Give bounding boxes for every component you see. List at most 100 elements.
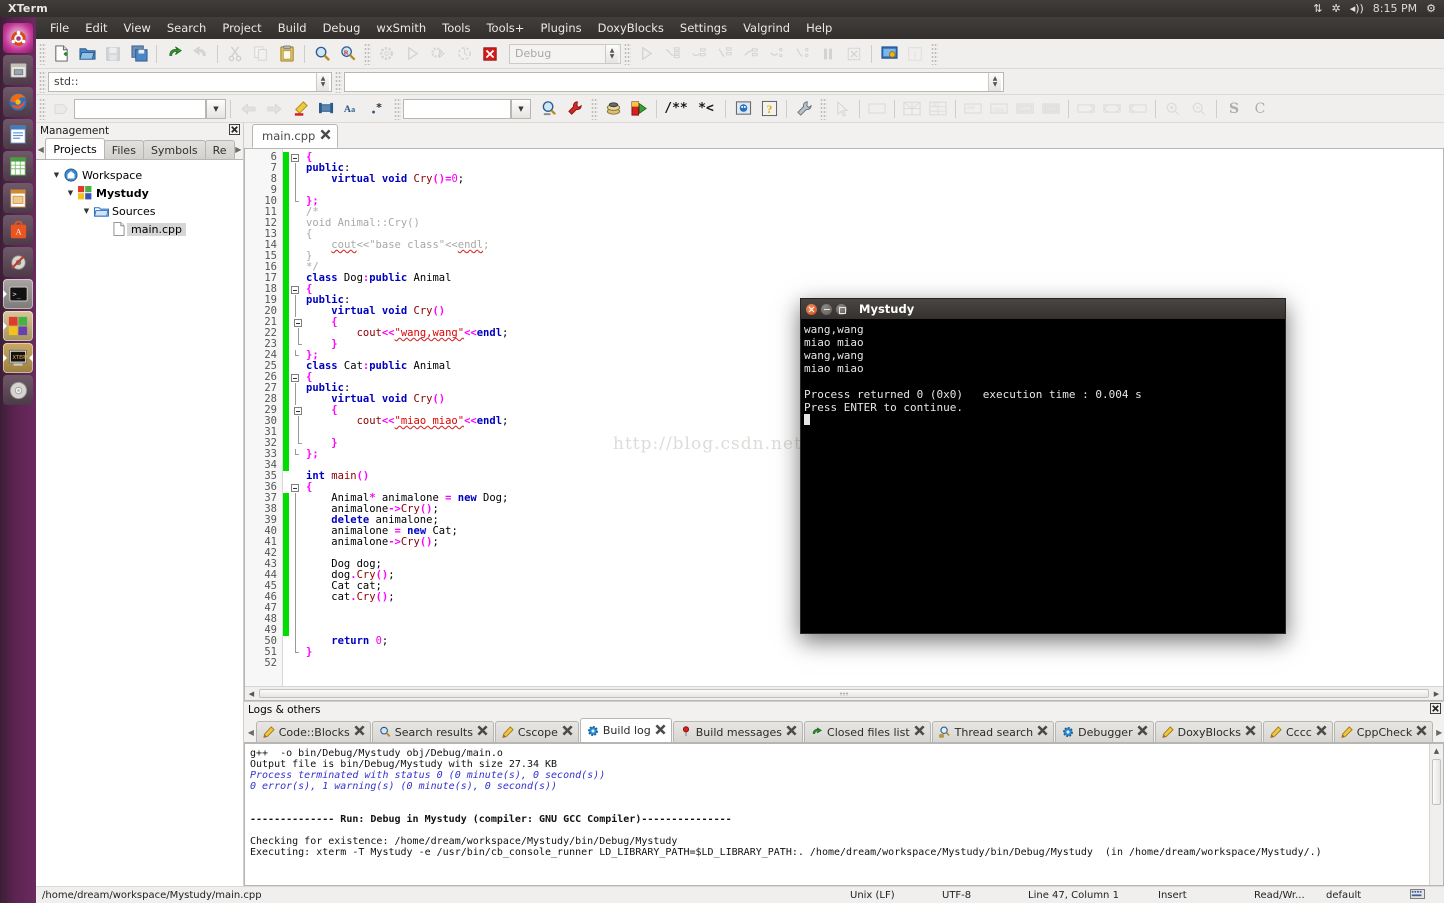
debug-step-instruction-button[interactable] (789, 42, 815, 66)
wxsmith-split-v-button[interactable]: A (925, 97, 951, 121)
code-line[interactable]: public: (302, 163, 1443, 174)
launcher-item-codeblocks[interactable] (3, 311, 33, 341)
session-gear-icon[interactable]: ⚙ (1426, 3, 1436, 14)
close-icon[interactable] (1245, 725, 1256, 739)
abort-button[interactable] (477, 42, 503, 66)
code-line[interactable]: return 0; (302, 636, 1443, 647)
terminal-window[interactable]: Mystudy wang,wang miao miao wang,wang miao … (800, 298, 1286, 634)
doxyblocks-extract-button[interactable] (600, 97, 626, 121)
launcher-item-calc[interactable] (3, 151, 33, 181)
bluetooth-icon[interactable]: ✲ (1331, 3, 1340, 14)
run-button[interactable] (399, 42, 425, 66)
search-field-dropdown[interactable]: ▼ (511, 98, 531, 119)
debug-break-button[interactable] (815, 42, 841, 66)
launcher-item-files[interactable] (3, 55, 33, 85)
menu-doxyblocks[interactable]: DoxyBlocks (590, 19, 672, 37)
launcher-item-xterm[interactable]: XTERM (3, 343, 33, 373)
wxsmith-pointer-button[interactable] (829, 97, 855, 121)
fold-marker[interactable] (289, 636, 302, 647)
terminal-maximize-button[interactable] (836, 303, 847, 315)
next-match-button[interactable] (261, 97, 287, 121)
log-tab-search-results[interactable]: Search results (371, 721, 494, 742)
menu-tools[interactable]: Tools (434, 19, 478, 37)
fold-marker[interactable] (289, 350, 302, 361)
paste-button[interactable] (274, 42, 300, 66)
undo-button[interactable] (161, 42, 187, 66)
wxsmith-align-top-button[interactable] (960, 97, 986, 121)
copy-button[interactable] (248, 42, 274, 66)
log-tab-code-blocks[interactable]: Code::Blocks (255, 721, 371, 742)
menu-wxsmith[interactable]: wxSmith (368, 19, 434, 37)
volume-icon[interactable]: ◂)) (1350, 3, 1364, 14)
fold-marker[interactable] (289, 163, 302, 174)
close-icon[interactable] (1416, 725, 1427, 739)
code-line[interactable]: /* (302, 207, 1443, 218)
fold-marker[interactable] (289, 394, 302, 405)
menu-build[interactable]: Build (270, 19, 315, 37)
launcher-item-terminal[interactable]: >_ (3, 279, 33, 309)
fold-marker[interactable] (289, 416, 302, 427)
fold-marker[interactable] (289, 207, 302, 218)
tree-node-workspace[interactable]: ▼ Workspace (36, 166, 243, 184)
log-tab-doxyblocks[interactable]: DoxyBlocks (1154, 721, 1262, 742)
wxsmith-expand-right-button[interactable] (1125, 97, 1151, 121)
network-icon[interactable]: ⇅ (1313, 3, 1322, 14)
save-button[interactable] (100, 42, 126, 66)
debug-next-line-button[interactable] (685, 42, 711, 66)
find-button[interactable] (309, 42, 335, 66)
doxyblocks-config-button[interactable] (791, 97, 817, 121)
symbol-spinner[interactable]: ▲ ▼ (988, 72, 1001, 91)
terminal-output[interactable]: wang,wang miao miao wang,wang miao miao Pro… (800, 319, 1286, 634)
highlight-button[interactable] (287, 97, 313, 121)
fold-marker[interactable] (289, 460, 302, 471)
log-vertical-scrollbar[interactable]: ▲ (1429, 744, 1443, 885)
log-tab-cppcheck[interactable]: CppCheck (1333, 721, 1434, 742)
log-tab-cccc[interactable]: Cccc (1262, 721, 1333, 742)
toolbar-grip[interactable] (931, 42, 938, 65)
tree-node-sources[interactable]: ▼ Sources (36, 202, 243, 220)
wxsmith-split-h-button[interactable] (899, 97, 925, 121)
match-case-button[interactable]: Aa (339, 97, 365, 121)
wxsmith-align-bottom-button[interactable] (1012, 97, 1038, 121)
debug-next-instruction-button[interactable] (763, 42, 789, 66)
redo-button[interactable] (187, 42, 213, 66)
replace-button[interactable]: R (335, 42, 361, 66)
fold-marker[interactable] (289, 273, 302, 284)
wxsmith-expand-center-button[interactable] (1099, 97, 1125, 121)
launcher-item-firefox[interactable] (3, 87, 33, 117)
debug-stop-button[interactable] (841, 42, 867, 66)
close-icon[interactable] (354, 725, 365, 739)
debug-info-button[interactable]: i (902, 42, 928, 66)
tree-node-file[interactable]: main.cpp (36, 220, 243, 238)
doxyblocks-help-button[interactable]: ? (756, 97, 782, 121)
log-tab-thread-search[interactable]: Thread search (931, 721, 1055, 742)
log-tab-build-messages[interactable]: Build messages (672, 721, 804, 742)
tab-resources[interactable]: Re (204, 140, 235, 159)
fold-marker[interactable] (289, 603, 302, 614)
fold-marker[interactable] (289, 152, 302, 163)
open-file-button[interactable] (74, 42, 100, 66)
zoom-in-button[interactable] (1160, 97, 1186, 121)
terminal-titlebar[interactable]: Mystudy (800, 298, 1286, 319)
expander-icon[interactable]: ▼ (50, 171, 63, 179)
fold-marker[interactable] (289, 174, 302, 185)
log-tab-cscope[interactable]: Cscope (494, 721, 579, 742)
fold-marker[interactable] (289, 658, 302, 669)
editor-horizontal-scrollbar[interactable]: ◀ ▶ (245, 686, 1443, 700)
launcher-item-impress[interactable] (3, 183, 33, 213)
menu-settings[interactable]: Settings (672, 19, 735, 37)
fold-marker[interactable] (289, 361, 302, 372)
build-and-run-button[interactable] (425, 42, 451, 66)
toolbar-grip[interactable] (820, 97, 827, 120)
expander-icon[interactable]: ▼ (64, 189, 77, 197)
close-icon[interactable] (229, 123, 240, 138)
launcher-item-software-center[interactable]: A (3, 215, 33, 245)
debug-step-into-button[interactable] (711, 42, 737, 66)
zoom-out-button[interactable] (1186, 97, 1212, 121)
fold-marker[interactable] (289, 526, 302, 537)
close-icon[interactable] (655, 723, 666, 738)
expander-icon[interactable]: ▼ (80, 207, 93, 215)
regex-button[interactable]: * (365, 97, 391, 121)
fold-marker[interactable] (289, 405, 302, 416)
fold-marker[interactable] (289, 295, 302, 306)
